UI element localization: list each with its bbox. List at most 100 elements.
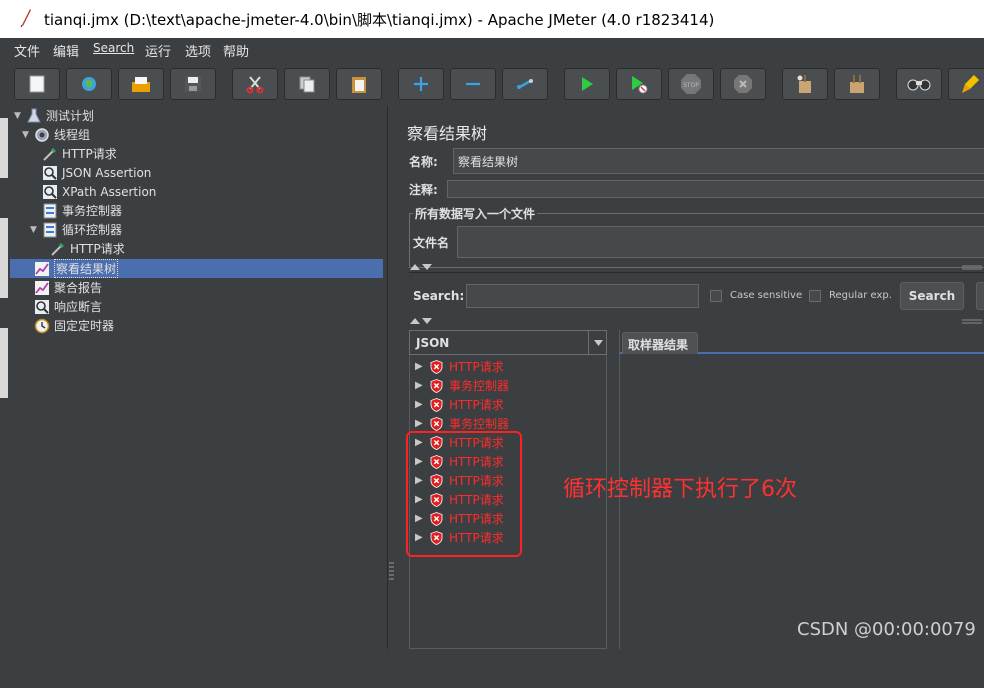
menu-options[interactable]: 选项 [185,41,211,60]
name-field[interactable]: 察看结果树 [453,148,984,174]
result-row-label: HTTP请求 [449,360,504,374]
tree-item-view-results-tree[interactable]: 察看结果树 [34,259,119,278]
menu-help[interactable]: 帮助 [223,41,249,60]
tree-item-thread-group[interactable]: ▼ 线程组 [22,125,90,144]
open-icon [132,77,150,92]
collapse-arrows-icon[interactable] [409,317,435,325]
chevron-down-icon [594,340,603,346]
expand-all-button[interactable] [398,68,444,100]
shutdown-icon [734,75,752,93]
name-label: 名称: [409,155,438,169]
test-plan-tree: ▼ 测试计划 ▼ 线程组 HTTP请求 JSON Assertion XPath… [8,106,388,649]
clear-button[interactable] [782,68,828,100]
collapsed-arrow-icon[interactable]: ▶ [415,418,425,429]
save-button[interactable] [170,68,216,100]
start-no-pause-button[interactable] [616,68,662,100]
tree-item-aggregate-report[interactable]: 聚合报告 [34,278,102,297]
clear-icon [797,75,811,93]
collapsed-arrow-icon[interactable]: ▶ [415,399,425,410]
case-sensitive-checkbox[interactable] [710,290,722,302]
clear-all-button[interactable] [834,68,880,100]
reset-button[interactable] [976,282,984,310]
listener-icon [35,280,49,295]
result-row[interactable]: ▶ HTTP请求 [415,395,504,414]
test-plan-icon [27,108,41,122]
tree-label: 响应断言 [54,300,103,314]
tree-item-http-request-loop[interactable]: HTTP请求 [50,239,125,258]
tree-label: XPath Assertion [62,184,157,199]
expanded-arrow-icon[interactable]: ▼ [14,111,24,121]
open-button[interactable] [118,68,164,100]
start-button[interactable] [564,68,610,100]
svg-text:STOP: STOP [683,82,699,89]
error-shield-icon [430,416,443,431]
menu-run[interactable]: 运行 [145,41,171,60]
filename-field[interactable] [457,226,984,258]
shutdown-button[interactable] [720,68,766,100]
listener-icon [35,261,49,276]
annotation-text: 循环控制器下执行了6次 [563,477,797,502]
tree-label: 固定定时器 [54,319,115,333]
clear-all-icon [850,75,864,93]
tree-label: 线程组 [54,128,91,142]
toggle-icon [517,78,533,90]
case-sensitive-label: Case sensitive [730,290,803,301]
stop-button[interactable]: STOP [668,68,714,100]
search-button[interactable] [896,68,942,100]
assertion-icon [43,184,57,199]
renderer-select[interactable]: JSON [409,330,607,355]
separator [409,272,984,273]
result-row[interactable]: ▶ 事务控制器 [415,376,509,395]
collapse-all-button[interactable] [450,68,496,100]
expanded-arrow-icon[interactable]: ▼ [22,130,32,140]
save-icon [185,76,201,92]
cut-icon [246,76,264,94]
paste-icon [352,77,366,93]
dropdown-button[interactable] [588,331,607,354]
collapse-arrows-icon[interactable] [409,263,435,271]
tree-item-transaction-controller[interactable]: 事务控制器 [42,201,122,220]
search-submit-button[interactable]: Search [900,282,964,310]
tree-item-response-assertion[interactable]: 响应断言 [34,297,102,316]
window-title: tianqi.jmx (D:\text\apache-jmeter-4.0\bi… [44,11,715,29]
collapsed-arrow-icon[interactable]: ▶ [415,380,425,391]
paste-button[interactable] [336,68,382,100]
sampler-icon [51,242,64,256]
background-strip [0,38,8,688]
assertion-icon [43,165,57,180]
toggle-button[interactable] [502,68,548,100]
timer-icon [34,318,50,333]
copy-button[interactable] [284,68,330,100]
tree-item-loop-controller[interactable]: ▼ 循环控制器 [30,220,122,239]
result-row[interactable]: ▶ HTTP请求 [415,357,504,376]
tab-sampler-result-label: 取样器结果 [628,338,689,352]
reset-search-button[interactable] [948,68,984,100]
new-button[interactable] [14,68,60,100]
menu-file[interactable]: 文件 [14,41,40,60]
split-pane-divider[interactable] [388,106,395,649]
regex-checkbox[interactable] [809,290,821,302]
cut-button[interactable] [232,68,278,100]
tree-label: HTTP请求 [70,242,125,256]
templates-icon [82,77,96,91]
menu-search[interactable]: Search [93,41,134,55]
renderer-selected-value: JSON [416,336,450,350]
result-row-label: 事务控制器 [449,417,510,431]
resize-grip-icon [962,265,982,270]
tree-item-http-request[interactable]: HTTP请求 [42,144,117,163]
reset-search-icon [962,75,979,93]
tree-item-xpath-assertion[interactable]: XPath Assertion [42,182,156,201]
templates-button[interactable] [66,68,112,100]
expanded-arrow-icon[interactable]: ▼ [30,225,40,235]
menu-edit[interactable]: 编辑 [53,41,79,60]
tree-item-json-assertion[interactable]: JSON Assertion [42,163,151,182]
sampler-icon [43,147,56,161]
expand-icon [414,77,428,91]
tree-item-test-plan[interactable]: ▼ 测试计划 [14,106,94,125]
tree-label: HTTP请求 [62,147,117,161]
search-input[interactable] [466,284,699,308]
collapsed-arrow-icon[interactable]: ▶ [415,361,425,372]
tab-sampler-result[interactable]: 取样器结果 [622,332,698,354]
tree-item-constant-timer[interactable]: 固定定时器 [34,316,114,335]
comment-field[interactable] [447,180,984,198]
